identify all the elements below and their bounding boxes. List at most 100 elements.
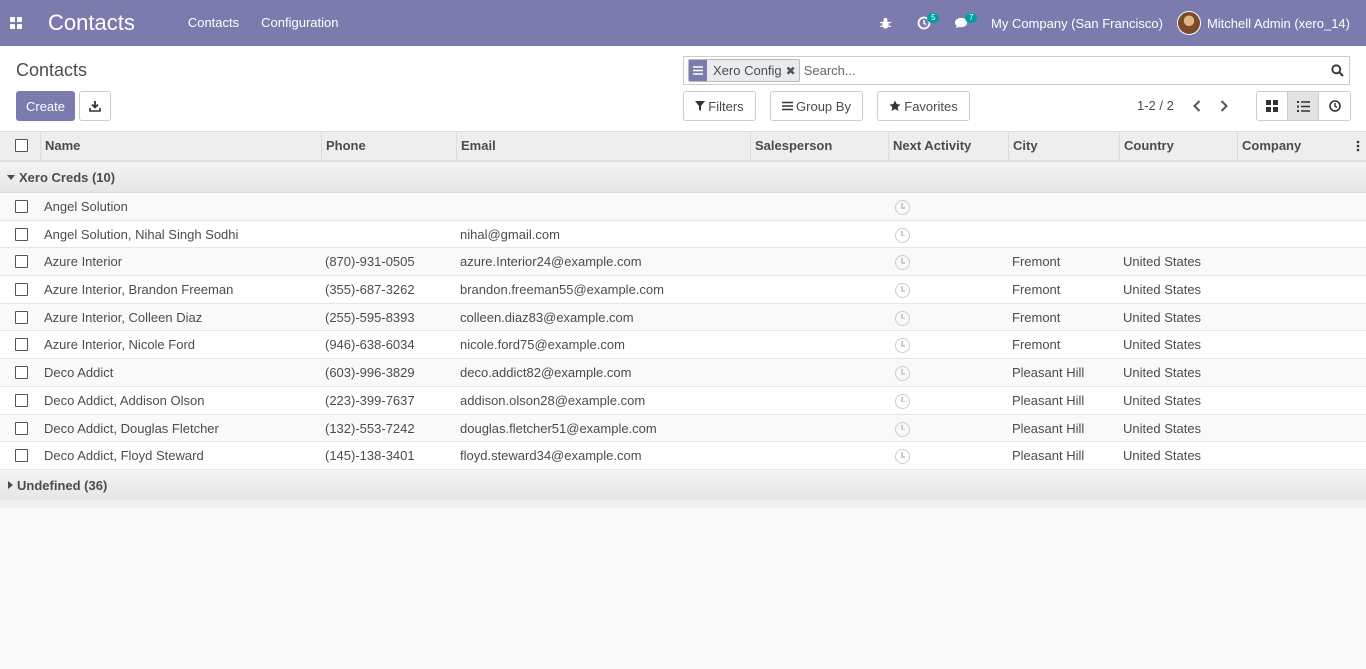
column-header-next-activity[interactable]: Next Activity: [888, 132, 1009, 160]
cell-city: Pleasant Hill: [1012, 392, 1085, 408]
activity-clock-icon[interactable]: [895, 283, 910, 299]
caret-right-icon: [8, 481, 13, 490]
user-menu[interactable]: Mitchell Admin (xero_14): [1176, 11, 1366, 35]
cell-country: United States: [1123, 254, 1202, 270]
favorites-button[interactable]: Favorites: [877, 91, 970, 121]
row-checkbox[interactable]: [15, 255, 28, 269]
activity-clock-icon[interactable]: [895, 310, 910, 326]
cell-phone: (255)-595-8393: [325, 309, 415, 325]
activity-clock-icon[interactable]: [895, 255, 910, 271]
cell-country: United States: [1123, 448, 1202, 464]
row-checkbox[interactable]: [15, 338, 28, 352]
cell-email: colleen.diaz83@example.com: [460, 309, 634, 325]
column-header-city[interactable]: City: [1008, 132, 1120, 160]
menu-item-contacts[interactable]: Contacts: [177, 0, 250, 46]
messages-chat-icon[interactable]: 7: [943, 0, 981, 46]
row-checkbox[interactable]: [15, 393, 28, 407]
column-header-phone[interactable]: Phone: [321, 132, 457, 160]
activity-clock-icon[interactable]: 5: [905, 0, 943, 46]
row-checkbox[interactable]: [15, 366, 28, 380]
activity-view-icon[interactable]: [1319, 92, 1350, 120]
download-icon: [89, 101, 101, 112]
column-header-country[interactable]: Country: [1119, 132, 1238, 160]
facet-remove-icon[interactable]: ✖: [786, 64, 799, 78]
table-row[interactable]: Angel Solution, Nihal Singh Sodhi nihal@…: [0, 220, 1366, 249]
row-checkbox[interactable]: [15, 449, 28, 463]
column-header-name[interactable]: Name: [40, 132, 322, 160]
star-icon: [889, 100, 901, 111]
select-all-checkbox[interactable]: [15, 139, 28, 152]
row-checkbox[interactable]: [15, 283, 28, 297]
column-header-salesperson[interactable]: Salesperson: [750, 132, 889, 160]
menu-item-configuration[interactable]: Configuration: [250, 0, 349, 46]
cell-country: United States: [1123, 337, 1202, 353]
cell-name: Angel Solution: [44, 199, 128, 214]
search-input[interactable]: [799, 57, 1325, 84]
cell-country: United States: [1123, 420, 1202, 436]
table-row[interactable]: Deco Addict, Floyd Steward (145)-138-340…: [0, 442, 1366, 470]
table-row[interactable]: Deco Addict, Addison Olson (223)-399-763…: [0, 386, 1366, 415]
row-checkbox[interactable]: [15, 227, 28, 241]
filters-button[interactable]: Filters: [683, 91, 756, 121]
cell-email: douglas.fletcher51@example.com: [460, 420, 657, 436]
activity-count-badge: 5: [926, 13, 940, 23]
cell-country: United States: [1123, 282, 1202, 298]
table-row[interactable]: Azure Interior (870)-931-0505 azure.Inte…: [0, 248, 1366, 277]
top-navbar: Contacts Contacts Configuration 5 7 My C…: [0, 0, 1366, 46]
cell-email: azure.Interior24@example.com: [460, 254, 642, 270]
cell-city: Pleasant Hill: [1012, 448, 1085, 464]
table-row[interactable]: Azure Interior, Brandon Freeman (355)-68…: [0, 276, 1366, 304]
table-row[interactable]: Angel Solution: [0, 193, 1366, 221]
debug-bug-icon[interactable]: [867, 0, 905, 46]
cell-phone: (223)-399-7637: [325, 392, 415, 408]
activity-clock-icon[interactable]: [895, 421, 910, 437]
activity-clock-icon[interactable]: [895, 393, 910, 409]
column-header-company[interactable]: Company: [1237, 132, 1347, 160]
search-facet: Xero Config ✖: [688, 59, 800, 82]
cell-phone: (132)-553-7242: [325, 420, 415, 436]
pager-previous-icon[interactable]: [1187, 94, 1207, 118]
cell-city: Pleasant Hill: [1012, 365, 1085, 381]
activity-clock-icon[interactable]: [895, 227, 910, 243]
activity-clock-icon[interactable]: [895, 200, 910, 215]
row-checkbox[interactable]: [15, 421, 28, 435]
apps-menu-icon[interactable]: [0, 0, 32, 46]
activity-clock-icon[interactable]: [895, 449, 910, 465]
filters-label: Filters: [708, 98, 744, 114]
control-panel: Contacts Create Xero Config ✖ Filters Gr…: [0, 46, 1366, 132]
create-button[interactable]: Create: [16, 91, 75, 121]
app-title[interactable]: Contacts: [48, 10, 135, 36]
table-row[interactable]: Deco Addict (603)-996-3829 deco.addict82…: [0, 359, 1366, 387]
row-checkbox[interactable]: [15, 200, 28, 213]
activity-clock-icon[interactable]: [895, 338, 910, 354]
list-view-icon[interactable]: [1288, 92, 1319, 120]
facet-label: Xero Config: [713, 63, 782, 78]
cell-phone: (870)-931-0505: [325, 254, 415, 270]
table-row[interactable]: Deco Addict, Douglas Fletcher (132)-553-…: [0, 414, 1366, 443]
cell-city: Fremont: [1012, 254, 1061, 270]
cell-phone: (145)-138-3401: [325, 448, 415, 464]
caret-down-icon: [7, 175, 15, 180]
company-switcher[interactable]: My Company (San Francisco): [981, 16, 1177, 31]
row-checkbox[interactable]: [15, 310, 28, 324]
pager-value[interactable]: 1-2 / 2: [1137, 98, 1174, 113]
group-row-undefined[interactable]: Undefined (36): [0, 469, 1366, 508]
column-header-email[interactable]: Email: [456, 132, 751, 160]
cell-country: United States: [1123, 365, 1202, 381]
cell-country: United States: [1123, 309, 1202, 325]
group-label: Xero Creds (10): [19, 170, 116, 185]
table-row[interactable]: Azure Interior, Colleen Diaz (255)-595-8…: [0, 303, 1366, 332]
kanban-view-icon[interactable]: [1257, 92, 1288, 120]
group-by-button[interactable]: Group By: [770, 91, 863, 121]
cell-city: Pleasant Hill: [1012, 420, 1085, 436]
download-button[interactable]: [79, 91, 111, 121]
search-icon[interactable]: [1325, 64, 1349, 77]
optional-columns-icon[interactable]: [1356, 140, 1360, 155]
group-row-xero-creds[interactable]: Xero Creds (10): [0, 162, 1366, 193]
messages-count-badge: 7: [964, 13, 978, 23]
table-row[interactable]: Azure Interior, Nicole Ford (946)-638-60…: [0, 331, 1366, 360]
pager-next-icon[interactable]: [1214, 94, 1234, 118]
activity-clock-icon[interactable]: [895, 366, 910, 382]
cell-email: nihal@gmail.com: [460, 226, 560, 242]
cell-name: Deco Addict: [44, 365, 114, 381]
